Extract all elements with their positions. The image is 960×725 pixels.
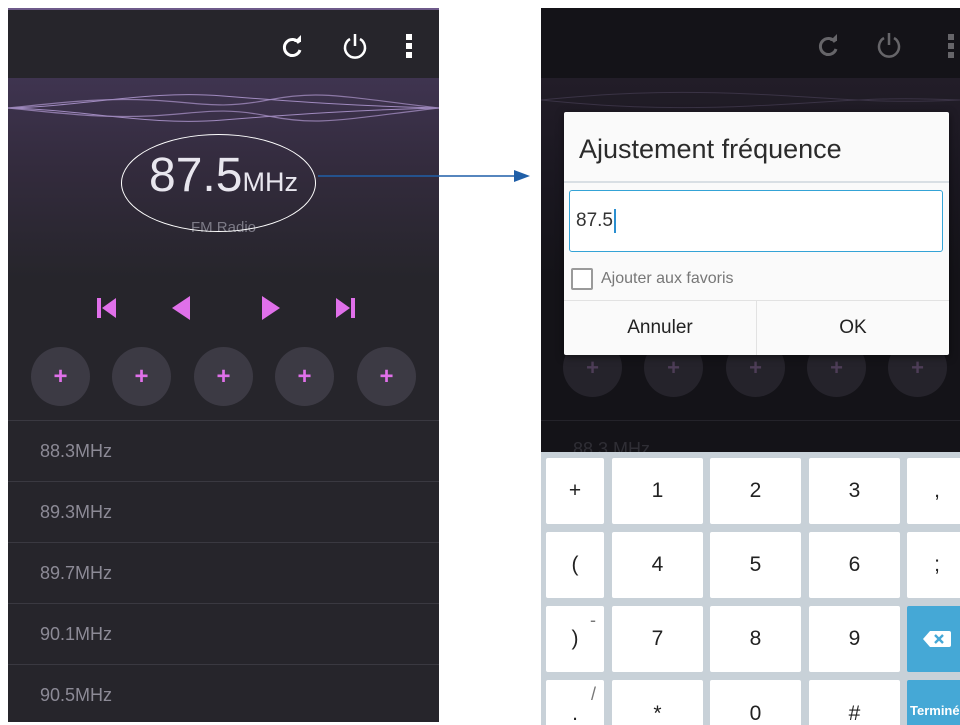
key-label: . <box>572 702 578 725</box>
arrow-connector <box>318 170 530 182</box>
numeric-keyboard: + 1 2 3 , ( 4 5 6 ; ) - 7 8 9 . / * 0 # … <box>541 452 960 725</box>
preset-slot-4[interactable]: + <box>275 347 334 406</box>
key-label: * <box>653 702 662 725</box>
more-vert-icon[interactable] <box>392 29 426 63</box>
key-label: ) <box>571 627 579 650</box>
key-6[interactable]: 6 <box>809 532 900 598</box>
frequency-dialog: Ajustement fréquence 87.5 Ajouter aux fa… <box>564 112 949 355</box>
key-open-paren[interactable]: ( <box>546 532 604 598</box>
key-7[interactable]: 7 <box>612 606 703 672</box>
preset-slot-3[interactable]: + <box>194 347 253 406</box>
station-value: 89.3 <box>40 501 76 522</box>
key-label: 0 <box>749 702 762 725</box>
checkbox-label: Ajouter aux favoris <box>601 270 734 287</box>
station-value: 90.1 <box>40 623 76 644</box>
skip-next-icon[interactable] <box>326 288 366 328</box>
cancel-button[interactable]: Annuler <box>564 301 756 355</box>
key-8[interactable]: 8 <box>710 606 801 672</box>
checkbox-box[interactable] <box>571 268 593 290</box>
highlight-ellipse <box>121 134 316 232</box>
more-vert-icon <box>934 29 960 63</box>
key-label: # <box>848 702 861 725</box>
key-2[interactable]: 2 <box>710 458 801 524</box>
station-list: 88.3 MHz 89.3 MHz 89.7 MHz 90.1 MHz 90.5 MHz <box>8 420 439 722</box>
divider <box>541 420 960 421</box>
key-0[interactable]: 0 <box>710 680 801 725</box>
text-caret <box>613 209 616 233</box>
key-period[interactable]: . / <box>546 680 604 725</box>
backspace-icon <box>923 631 951 647</box>
frequency-input-value: 87.5 <box>576 210 613 231</box>
status-accent <box>8 8 439 10</box>
key-5[interactable]: 5 <box>710 532 801 598</box>
refresh-icon[interactable] <box>275 30 309 64</box>
key-plus[interactable]: + <box>546 458 604 524</box>
station-item[interactable]: 89.3 MHz <box>8 481 439 542</box>
station-value: 89.7 <box>40 562 76 583</box>
station-item[interactable]: 89.7 MHz <box>8 542 439 603</box>
key-3[interactable]: 3 <box>809 458 900 524</box>
skip-previous-icon[interactable] <box>90 288 130 328</box>
station-value: 88.3 <box>40 440 76 461</box>
key-1[interactable]: 1 <box>612 458 703 524</box>
add-favorites-checkbox[interactable]: Ajouter aux favoris <box>571 267 734 291</box>
key-semicolon[interactable]: ; <box>907 532 960 598</box>
waveform-graphic <box>8 94 439 122</box>
station-item[interactable]: 88.3 MHz <box>8 420 439 481</box>
frequency-input[interactable]: 87.5 <box>569 190 943 252</box>
preset-slot-1[interactable]: + <box>31 347 90 406</box>
frequency-dialog-screen: + + + + + 88.3 MHz Ajustement fréquence … <box>541 8 960 725</box>
station-unit: MHz <box>75 501 113 522</box>
power-icon <box>872 28 906 62</box>
preset-slot-2[interactable]: + <box>112 347 171 406</box>
divider <box>564 181 949 183</box>
preset-row: + + + + + <box>8 347 439 407</box>
key-comma[interactable]: , <box>907 458 960 524</box>
seek-back-icon[interactable] <box>163 288 203 328</box>
station-unit: MHz <box>75 440 113 461</box>
backspace-key[interactable] <box>907 606 960 672</box>
station-item[interactable]: 90.1 MHz <box>8 603 439 664</box>
station-value: 90.5 <box>40 684 76 705</box>
station-unit: MHz <box>75 562 113 583</box>
station-unit: MHz <box>75 684 113 705</box>
key-alt-label: / <box>590 684 596 704</box>
station-unit: MHz <box>75 623 113 644</box>
ok-button[interactable]: OK <box>757 301 949 355</box>
key-close-paren[interactable]: ) - <box>546 606 604 672</box>
seek-forward-icon[interactable] <box>250 288 290 328</box>
key-asterisk[interactable]: * <box>612 680 703 725</box>
key-4[interactable]: 4 <box>612 532 703 598</box>
playback-controls <box>8 288 439 328</box>
station-item[interactable]: 90.5 MHz <box>8 664 439 722</box>
key-9[interactable]: 9 <box>809 606 900 672</box>
power-icon[interactable] <box>338 29 372 63</box>
key-label: Terminé <box>910 702 960 718</box>
refresh-icon <box>811 29 845 63</box>
dialog-title: Ajustement fréquence <box>579 134 842 164</box>
preset-slot-5[interactable]: + <box>357 347 416 406</box>
key-hash[interactable]: # <box>809 680 900 725</box>
fm-radio-screen: 87.5MHz FM Radio + + + + + 88.3 MHz 89.3 M… <box>8 8 439 722</box>
done-key[interactable]: Terminé <box>907 680 960 725</box>
key-alt-label: - <box>590 610 596 630</box>
